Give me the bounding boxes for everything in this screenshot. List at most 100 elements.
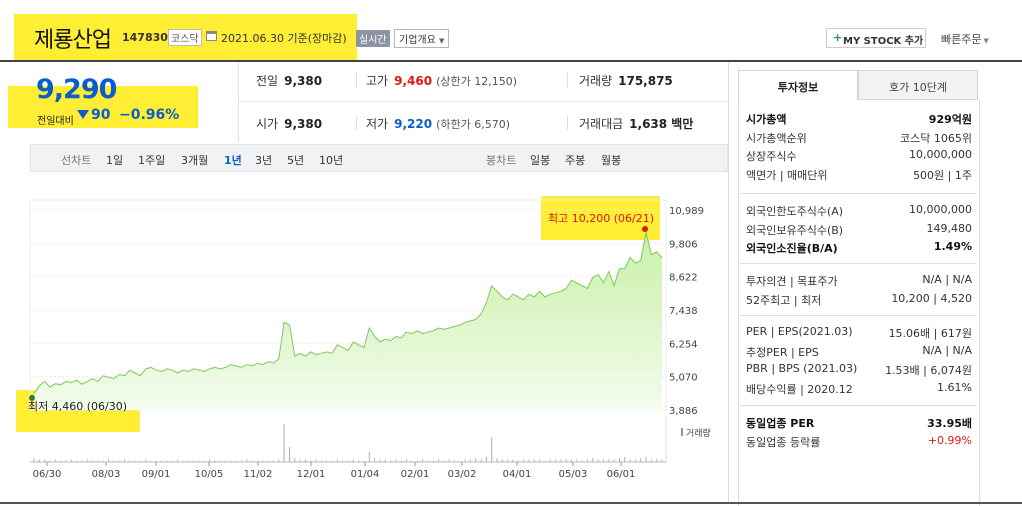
- stat-value: 9,220: [394, 117, 433, 131]
- down-triangle-icon: [77, 110, 89, 119]
- candle-weekly[interactable]: 주봉: [565, 152, 585, 168]
- info-value: 코스닥 1065위: [900, 131, 972, 145]
- stat-value: 175,875: [618, 74, 673, 88]
- quick-order-button[interactable]: 빠른주문 ▼: [941, 31, 989, 47]
- price-area: [34, 232, 662, 410]
- period-1w[interactable]: 1주일: [138, 152, 165, 168]
- tab-order-book[interactable]: 호가 10단계: [858, 70, 978, 100]
- company-overview-label: 기업개요: [399, 35, 436, 46]
- info-value: 15.06배 | 617원: [888, 327, 972, 340]
- info-row: 시가총액 929억원: [746, 111, 972, 129]
- period-1y[interactable]: 1년: [224, 152, 242, 168]
- x-tick-label: 04/01: [503, 469, 532, 480]
- chart-toolbar: 선차트 1일 1주일 3개월 1년 3년 5년 10년 봉차트 일봉 주봉 월봉: [30, 144, 728, 172]
- stat-label: 거래대금: [579, 117, 624, 131]
- candle-daily[interactable]: 일봉: [530, 152, 550, 168]
- upper-limit: (상한가 12,150): [436, 75, 517, 88]
- x-tick-label: 08/03: [92, 469, 121, 480]
- info-row: 동일업종 PER 33.95배: [746, 415, 972, 433]
- y-tick-label: 8,622: [669, 273, 698, 284]
- tab-investment-info[interactable]: 투자정보: [738, 70, 858, 100]
- info-value: 10,200 | 4,520: [891, 291, 972, 305]
- x-tick-label: 11/02: [244, 469, 273, 480]
- period-5y[interactable]: 5년: [287, 152, 304, 168]
- volume-legend-swatch: [681, 428, 683, 436]
- right-panel-tabs: 투자정보 호가 10단계: [738, 70, 978, 100]
- stat-value: 9,380: [284, 117, 323, 131]
- y-tick-label: 5,070: [669, 373, 698, 384]
- info-row: 외국인한도주식수(A) 10,000,000: [746, 203, 972, 221]
- info-row: 52주최고 | 최저 10,200 | 4,520: [746, 292, 972, 310]
- info-label: 외국인소진율(B/A): [746, 242, 838, 255]
- info-label: 외국인한도주식수(A): [746, 205, 844, 218]
- info-row: PBR | BPS (2021.03) 1.53배 | 6,074원: [746, 362, 972, 380]
- info-value: 149,480: [926, 221, 973, 235]
- stat-label: 거래량: [579, 74, 613, 88]
- chevron-down-icon: ▼: [439, 37, 445, 45]
- stat-value: 9,460: [394, 74, 433, 88]
- x-tick-label: 12/01: [297, 469, 326, 480]
- info-row: 추정PER | EPS N/A | N/A: [746, 344, 972, 362]
- stat-volume: 거래량 175,875: [579, 72, 673, 89]
- info-value: 1.61%: [937, 380, 972, 394]
- info-label: 52주최고 | 최저: [746, 293, 822, 307]
- price-change-value: 90: [91, 107, 111, 123]
- x-tick-label: 06/01: [607, 469, 636, 480]
- plus-icon: +: [833, 31, 843, 44]
- info-row: 시가총액순위 코스닥 1065위: [746, 130, 972, 148]
- info-separator: [740, 193, 976, 194]
- stat-label: 고가: [366, 74, 389, 88]
- company-overview-button[interactable]: 기업개요 ▼: [394, 29, 450, 48]
- base-date: 2021.06.30 기준(장마감): [221, 32, 347, 45]
- stat-label: 시가: [256, 117, 279, 131]
- y-tick-label: 7,438: [669, 306, 698, 317]
- low-annotation: 최저 4,460 (06/30): [28, 400, 127, 413]
- stats-row-divider: [238, 101, 728, 102]
- period-3m[interactable]: 3개월: [181, 152, 208, 168]
- stock-code: 147830: [122, 31, 168, 44]
- info-value: 1.53배 | 6,074원: [885, 364, 972, 377]
- current-price: 9,290: [36, 74, 117, 105]
- info-row: 동일업종 등락률 +0.99%: [746, 434, 972, 452]
- candle-monthly[interactable]: 월봉: [601, 152, 621, 168]
- line-chart-label: 선차트: [61, 154, 92, 167]
- info-value: 10,000,000: [909, 203, 972, 216]
- x-tick-label: 01/04: [351, 469, 380, 480]
- info-value: +0.99%: [927, 433, 972, 447]
- info-label: 상장주식수: [746, 150, 797, 163]
- period-10y[interactable]: 10년: [319, 152, 343, 168]
- info-value: N/A | N/A: [922, 273, 972, 286]
- info-label: 추정PER | EPS: [746, 345, 819, 359]
- y-tick-label: 9,806: [669, 239, 698, 250]
- price-change-pct: −0.96%: [119, 107, 180, 123]
- candle-chart-label: 봉차트: [486, 154, 517, 167]
- period-1d[interactable]: 1일: [106, 152, 123, 168]
- period-3y[interactable]: 3년: [255, 152, 272, 168]
- chevron-down-icon: ▼: [983, 37, 989, 45]
- stat-separator: [567, 116, 568, 130]
- stat-prev-close: 전일 9,380: [256, 72, 322, 89]
- info-value: 33.95배: [927, 417, 972, 430]
- stat-low: 저가 9,220 (하한가 6,570): [366, 115, 510, 132]
- stock-header: 제룡산업 147830 코스닥 2021.06.30 기준(장마감) 실시간 기…: [0, 0, 1022, 62]
- vs-prev-label: 전일대비: [37, 116, 74, 127]
- info-label: 시가총액순위: [746, 131, 807, 145]
- quick-order-label: 빠른주문: [941, 33, 982, 46]
- realtime-button[interactable]: 실시간: [356, 30, 390, 47]
- price-chart[interactable]: 10,989 9,806 8,622 7,438 6,254 5,070 3,886 최고 1…: [0, 174, 728, 484]
- stat-label: 전일: [256, 74, 279, 88]
- info-row: 배당수익률 | 2020.12 1.61%: [746, 381, 972, 399]
- info-separator: [740, 315, 976, 316]
- stat-label: 저가: [366, 117, 389, 131]
- bottom-divider: [0, 502, 1022, 504]
- info-row: 외국인소진율(B/A) 1.49%: [746, 240, 972, 258]
- info-label: 배당수익률 | 2020.12: [746, 382, 853, 396]
- info-label: PER | EPS(2021.03): [746, 325, 853, 338]
- add-mystock-button[interactable]: + MY STOCK 추가: [826, 28, 926, 48]
- high-marker: [642, 226, 648, 232]
- stat-amount: 거래대금 1,638 백만: [579, 115, 693, 132]
- y-tick-label: 3,886: [669, 406, 698, 417]
- panel-divider: [728, 62, 729, 502]
- x-tick-label: 09/01: [142, 469, 171, 480]
- stat-value: 1,638 백만: [629, 117, 694, 131]
